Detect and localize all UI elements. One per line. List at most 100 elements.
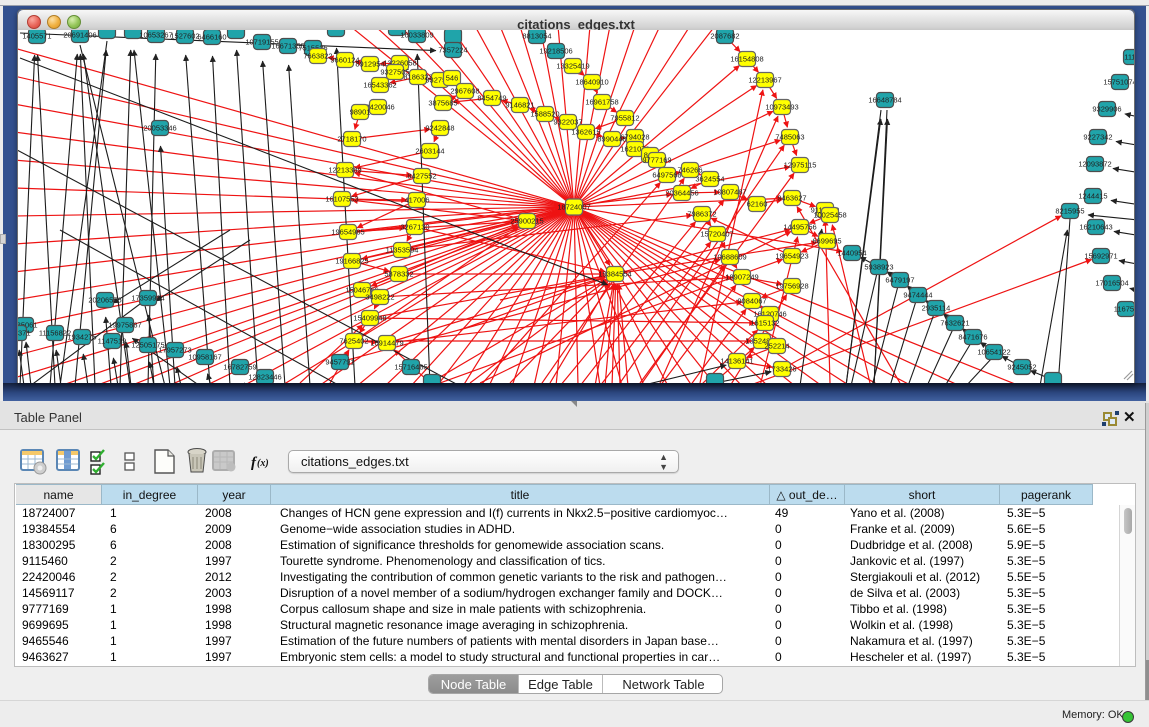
svg-text:3267130: 3267130	[400, 223, 429, 232]
svg-text:746266: 746266	[677, 166, 702, 175]
svg-text:14136141: 14136141	[720, 357, 753, 366]
svg-text:8454749: 8454749	[477, 94, 506, 103]
svg-text:11156822: 11156822	[39, 329, 71, 338]
svg-text:14495756: 14495756	[783, 223, 816, 232]
svg-text:18907249: 18907249	[725, 273, 758, 282]
svg-text:15751074: 15751074	[1103, 78, 1134, 87]
svg-text:15409948: 15409948	[353, 314, 386, 323]
svg-text:1147519: 1147519	[98, 337, 127, 346]
svg-text:16782759: 16782759	[223, 363, 256, 372]
svg-text:16107553: 16107553	[325, 195, 358, 204]
svg-text:10807487: 10807487	[713, 188, 746, 197]
svg-text:417006: 417006	[404, 196, 429, 205]
svg-text:1615132: 1615132	[750, 319, 779, 328]
svg-text:15720407: 15720407	[700, 230, 733, 239]
svg-text:7663822: 7663822	[303, 52, 332, 61]
svg-text:8813054: 8813054	[522, 32, 551, 41]
svg-text:10958167: 10958167	[188, 353, 221, 362]
svg-text:20206556: 20206556	[88, 296, 121, 305]
svg-text:391371: 391371	[18, 329, 31, 338]
svg-text:7485063: 7485063	[775, 133, 804, 142]
svg-text:10653267: 10653267	[139, 31, 172, 40]
svg-text:10654122: 10654122	[977, 348, 1010, 357]
svg-text:6466160: 6466160	[197, 33, 226, 42]
svg-text:16543362: 16543362	[363, 81, 396, 90]
svg-text:2718170: 2718170	[337, 135, 366, 144]
svg-text:9777169: 9777169	[642, 156, 671, 165]
svg-text:16914479: 16914479	[370, 339, 403, 348]
svg-text:1362615: 1362615	[571, 128, 600, 137]
svg-text:7955812: 7955812	[610, 114, 639, 123]
svg-text:16961758: 16961758	[585, 98, 618, 107]
svg-text:6699695: 6699695	[812, 237, 841, 246]
svg-text:5878332: 5878332	[384, 270, 413, 279]
svg-text:13325419: 13325419	[556, 62, 589, 71]
svg-text:16210643: 16210643	[1079, 223, 1112, 232]
svg-text:20053346: 20053346	[143, 124, 176, 133]
svg-text:16154808: 16154808	[730, 55, 763, 64]
svg-text:9084067: 9084067	[737, 297, 766, 306]
svg-text:9245052: 9245052	[1007, 363, 1036, 372]
svg-text:10688609: 10688609	[713, 253, 746, 262]
svg-text:62160: 62160	[747, 200, 768, 209]
svg-text:1934275: 1934275	[67, 333, 96, 342]
svg-text:12213389: 12213389	[328, 166, 361, 175]
svg-text:11353594: 11353594	[386, 246, 419, 255]
svg-text:19654985: 19654985	[331, 228, 364, 237]
svg-text:7357224: 7357224	[438, 46, 467, 55]
svg-text:19756928: 19756928	[775, 282, 808, 291]
svg-text:17359924: 17359924	[131, 294, 164, 303]
svg-text:1117: 1117	[1124, 53, 1134, 62]
svg-text:1527602: 1527602	[170, 32, 199, 41]
svg-text:8471676: 8471676	[958, 333, 987, 342]
svg-text:16033809: 16033809	[400, 31, 433, 40]
svg-text:6479197: 6479197	[885, 276, 914, 285]
svg-text:9457791: 9457791	[325, 358, 354, 367]
svg-text:12213967: 12213967	[748, 76, 781, 85]
svg-text:17016504: 17016504	[1095, 279, 1128, 288]
svg-text:9463627: 9463627	[777, 194, 806, 203]
svg-text:9329906: 9329906	[1092, 105, 1121, 114]
svg-text:7632621: 7632621	[940, 319, 969, 328]
svg-text:19166825: 19166825	[335, 257, 368, 266]
svg-text:19975887: 19975887	[108, 321, 141, 330]
svg-text:2935114: 2935114	[922, 304, 951, 313]
svg-text:9242848: 9242848	[425, 124, 454, 133]
svg-text:3498222: 3498222	[365, 293, 394, 302]
svg-text:1244415: 1244415	[1078, 192, 1107, 201]
svg-text:(x): (x)	[257, 458, 269, 469]
svg-text:1405571: 1405571	[22, 32, 51, 41]
svg-text:8427552: 8427552	[407, 172, 436, 181]
svg-text:7986372: 7986372	[687, 210, 716, 219]
svg-text:18640910: 18640910	[575, 78, 608, 87]
svg-text:6794028: 6794028	[620, 133, 649, 142]
svg-text:2087682: 2087682	[710, 32, 739, 41]
svg-text:10973493: 10973493	[765, 103, 798, 112]
svg-text:17957273: 17957273	[158, 346, 191, 355]
svg-text:2967608: 2967608	[450, 87, 479, 96]
svg-text:18724007: 18724007	[557, 203, 590, 212]
svg-text:9474444: 9474444	[903, 291, 932, 300]
svg-text:8215955: 8215955	[1055, 207, 1084, 216]
svg-text:15716485: 15716485	[394, 363, 427, 372]
svg-text:12093872: 12093872	[1078, 160, 1111, 169]
svg-text:12823446: 12823446	[248, 373, 281, 382]
svg-text:19218506: 19218506	[539, 47, 572, 56]
svg-text:9146821: 9146821	[505, 101, 534, 110]
svg-text:10025458: 10025458	[813, 211, 846, 220]
svg-text:19654923: 19654923	[775, 252, 808, 261]
svg-text:3875685: 3875685	[428, 99, 457, 108]
svg-text:5938923: 5938923	[864, 263, 893, 272]
svg-text:16648784: 16648784	[868, 96, 901, 105]
svg-text:1733426: 1733426	[767, 365, 796, 374]
svg-text:19384554: 19384554	[598, 270, 631, 279]
svg-text:20691406: 20691406	[63, 31, 96, 40]
svg-text:12975115: 12975115	[784, 161, 817, 170]
svg-text:7625402: 7625402	[339, 337, 368, 346]
svg-text:98901: 98901	[350, 108, 371, 117]
svg-text:546: 546	[446, 74, 459, 83]
svg-text:9227342: 9227342	[1083, 133, 1112, 142]
svg-text:116753: 116753	[1114, 305, 1134, 314]
svg-text:3624554: 3624554	[695, 175, 724, 184]
svg-text:2603144: 2603144	[415, 147, 444, 156]
